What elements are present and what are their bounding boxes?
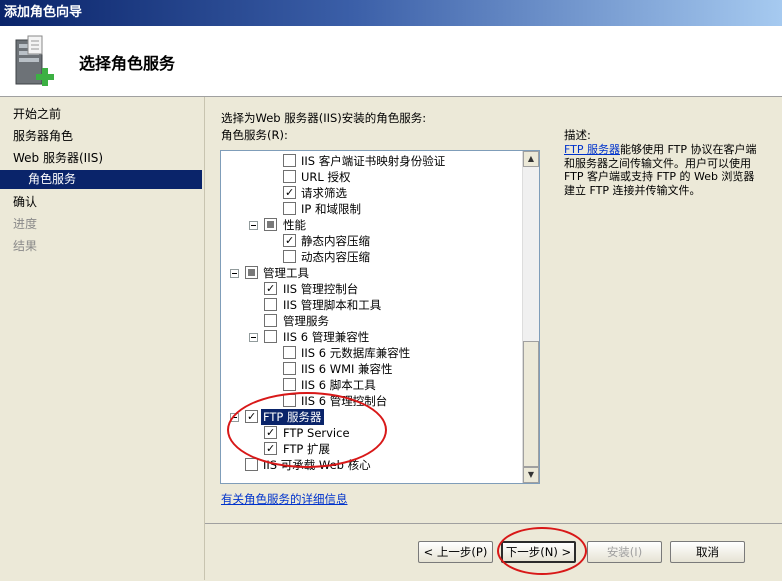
window-titlebar: 添加角色向导: [0, 0, 782, 26]
instruction-text: 选择为Web 服务器(IIS)安装的角色服务:: [221, 111, 427, 125]
wizard-nav: 开始之前 服务器角色 Web 服务器(IIS) 角色服务 确认 进度 结果: [0, 97, 205, 580]
nav-item-server-roles[interactable]: 服务器角色: [0, 127, 202, 146]
tree-row[interactable]: IIS 可承载 Web 核心: [221, 457, 521, 473]
tree-item-label: IIS 管理控制台: [283, 282, 359, 296]
tree-item-label: FTP 扩展: [283, 442, 331, 456]
scroll-thumb[interactable]: [523, 341, 539, 467]
tree-row[interactable]: 管理工具: [221, 265, 521, 281]
checkbox[interactable]: [245, 458, 258, 471]
description-label: 描述:: [564, 128, 591, 142]
tree-row[interactable]: IIS 管理脚本和工具: [221, 297, 521, 313]
tree-row[interactable]: 静态内容压缩: [221, 233, 521, 249]
role-services-label: 角色服务(R):: [221, 128, 288, 142]
tree-row[interactable]: IIS 6 WMI 兼容性: [221, 361, 521, 377]
tree-row[interactable]: IIS 客户端证书映射身份验证: [221, 153, 521, 169]
tree-row[interactable]: IIS 6 管理控制台: [221, 393, 521, 409]
nav-item-confirmation[interactable]: 确认: [0, 193, 202, 212]
tree-item-label: IIS 可承载 Web 核心: [263, 458, 371, 472]
window-title: 添加角色向导: [4, 5, 83, 20]
server-add-icon: [12, 34, 62, 90]
wizard-header: 选择角色服务: [0, 26, 782, 97]
collapse-icon[interactable]: [249, 221, 258, 230]
nav-item-progress: 进度: [13, 217, 38, 231]
tree-row[interactable]: URL 授权: [221, 169, 521, 185]
tree-item-label: IIS 6 管理控制台: [301, 394, 388, 408]
page-title: 选择角色服务: [79, 54, 176, 73]
nav-item-results: 结果: [13, 239, 38, 253]
tree-scrollbar[interactable]: ▲ ▼: [522, 151, 539, 483]
checkbox[interactable]: [283, 250, 296, 263]
tree-row[interactable]: IIS 管理控制台: [221, 281, 521, 297]
checkbox[interactable]: [245, 410, 258, 423]
tree-row[interactable]: IIS 6 管理兼容性: [221, 329, 521, 345]
checkbox[interactable]: [264, 426, 277, 439]
collapse-icon[interactable]: [230, 269, 239, 278]
scroll-down-icon[interactable]: ▼: [523, 467, 539, 483]
checkbox[interactable]: [283, 394, 296, 407]
checkbox[interactable]: [283, 234, 296, 247]
checkbox[interactable]: [283, 186, 296, 199]
tree-row[interactable]: FTP Service: [221, 425, 521, 441]
checkbox[interactable]: [264, 314, 277, 327]
tree-item-label: FTP 服务器: [261, 409, 324, 425]
checkbox[interactable]: [264, 330, 277, 343]
tree-row[interactable]: IP 和域限制: [221, 201, 521, 217]
tree-item-label: IIS 客户端证书映射身份验证: [301, 154, 446, 168]
nav-item-role-services[interactable]: 角色服务: [0, 170, 202, 189]
tree-item-label: IIS 6 脚本工具: [301, 378, 376, 392]
next-button[interactable]: 下一步(N) >: [501, 541, 576, 563]
checkbox[interactable]: [283, 346, 296, 359]
nav-item-web-server-iis[interactable]: Web 服务器(IIS): [0, 149, 202, 168]
wizard-content: 选择为Web 服务器(IIS)安装的角色服务: 角色服务(R): IIS 客户端…: [205, 97, 782, 580]
checkbox[interactable]: [283, 154, 296, 167]
checkbox[interactable]: [264, 282, 277, 295]
collapse-icon[interactable]: [230, 413, 239, 422]
collapse-icon[interactable]: [249, 333, 258, 342]
checkbox[interactable]: [283, 362, 296, 375]
tree-row[interactable]: 性能: [221, 217, 521, 233]
checkbox[interactable]: [264, 298, 277, 311]
install-button: 安装(I): [587, 541, 662, 563]
checkbox[interactable]: [264, 442, 277, 455]
wizard-footer: < 上一步(P) 下一步(N) > 安装(I) 取消: [205, 523, 782, 581]
tree-row[interactable]: 管理服务: [221, 313, 521, 329]
tree-item-label: IP 和域限制: [301, 202, 361, 216]
tree-item-label: 管理服务: [283, 314, 329, 328]
tree-item-label: 管理工具: [263, 266, 309, 280]
checkbox[interactable]: [245, 266, 258, 279]
description-link[interactable]: FTP 服务器: [564, 143, 620, 156]
tree-item-label: 动态内容压缩: [301, 250, 370, 264]
checkbox[interactable]: [283, 202, 296, 215]
cancel-button[interactable]: 取消: [670, 541, 745, 563]
description-text: FTP 服务器能够使用 FTP 协议在客户端和服务器之间传输文件。用户可以使用 …: [564, 143, 764, 197]
tree-item-label: IIS 管理脚本和工具: [283, 298, 382, 312]
tree-item-label: IIS 6 管理兼容性: [283, 330, 370, 344]
previous-button[interactable]: < 上一步(P): [418, 541, 493, 563]
nav-item-before-you-begin[interactable]: 开始之前: [0, 105, 202, 124]
tree-item-label: 性能: [283, 218, 306, 232]
tree-item-label: 静态内容压缩: [301, 234, 370, 248]
tree-row[interactable]: FTP 扩展: [221, 441, 521, 457]
scroll-up-icon[interactable]: ▲: [523, 151, 539, 167]
checkbox[interactable]: [283, 378, 296, 391]
more-info-link[interactable]: 有关角色服务的详细信息: [221, 491, 348, 507]
tree-item-label: IIS 6 WMI 兼容性: [301, 362, 393, 376]
tree-row[interactable]: 请求筛选: [221, 185, 521, 201]
tree-item-label: 请求筛选: [301, 186, 347, 200]
tree-row[interactable]: 动态内容压缩: [221, 249, 521, 265]
tree-row[interactable]: IIS 6 脚本工具: [221, 377, 521, 393]
checkbox[interactable]: [283, 170, 296, 183]
checkbox[interactable]: [264, 218, 277, 231]
tree-row[interactable]: IIS 6 元数据库兼容性: [221, 345, 521, 361]
tree-item-label: FTP Service: [283, 426, 350, 440]
tree-row[interactable]: FTP 服务器: [221, 409, 521, 425]
tree-item-label: URL 授权: [301, 170, 351, 184]
tree-item-label: IIS 6 元数据库兼容性: [301, 346, 411, 360]
role-services-tree[interactable]: IIS 客户端证书映射身份验证 URL 授权 请求筛选 IP 和域限制 性能 静…: [220, 150, 540, 484]
